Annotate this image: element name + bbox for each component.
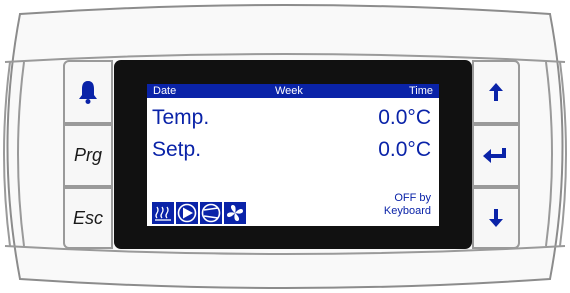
setpoint-value: 0.0°C xyxy=(378,138,431,161)
alarm-button[interactable] xyxy=(63,60,113,124)
compressor-icon xyxy=(200,202,222,224)
setpoint-label: Setp. xyxy=(152,138,202,161)
arrow-down-icon xyxy=(489,209,503,227)
down-button[interactable] xyxy=(472,187,520,249)
enter-button[interactable] xyxy=(472,124,520,187)
header-week: Week xyxy=(275,85,303,97)
temp-value: 0.0°C xyxy=(378,106,431,129)
prg-button-label: Prg xyxy=(73,145,102,165)
arrow-up-icon xyxy=(489,83,503,101)
status-icons xyxy=(152,202,246,224)
temp-label: Temp. xyxy=(152,106,210,129)
lcd-header-bar: Date Week Time xyxy=(147,84,439,98)
esc-button-label: Esc xyxy=(72,207,103,228)
up-button[interactable] xyxy=(472,60,520,124)
pump-icon xyxy=(176,202,198,224)
header-time: Time xyxy=(408,85,433,97)
status-line1: OFF by xyxy=(394,192,431,204)
fan-icon xyxy=(224,202,246,224)
unit-status: OFF by Keyboard xyxy=(341,192,431,218)
header-date: Date xyxy=(153,85,177,97)
esc-button[interactable]: Esc xyxy=(63,187,113,249)
heater-icon xyxy=(152,202,174,224)
enter-icon xyxy=(483,147,506,163)
bell-icon xyxy=(79,81,97,104)
lcd-display: Date Week Time Temp. 0.0°C Setp. 0.0°C O… xyxy=(147,84,439,226)
status-line2: Keyboard xyxy=(383,205,431,217)
prg-button[interactable]: Prg xyxy=(63,124,113,187)
